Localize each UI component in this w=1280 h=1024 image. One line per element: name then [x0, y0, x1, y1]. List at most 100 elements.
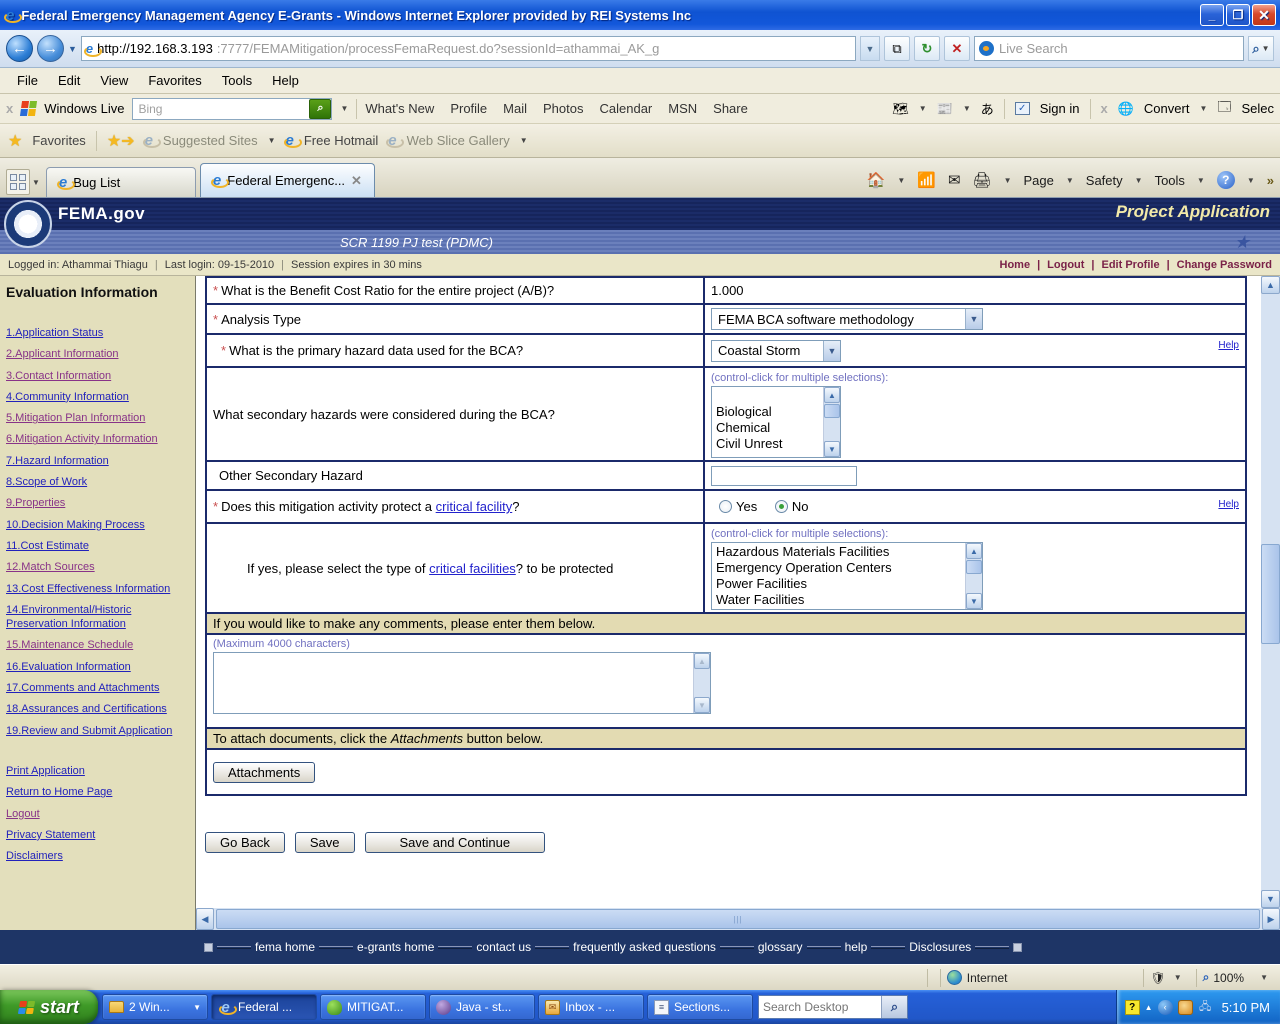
sidebar-item[interactable]: 2.Applicant Information — [6, 347, 189, 361]
sidebar-item[interactable]: 15.Maintenance Schedule — [6, 638, 189, 652]
scroll-up-icon[interactable]: ▲ — [694, 653, 710, 669]
fema-brand[interactable]: FEMA.gov — [58, 204, 145, 224]
refresh-button[interactable]: ↻ — [914, 36, 940, 61]
menu-item[interactable]: View — [91, 70, 137, 91]
listbox-option[interactable]: Civil Unrest — [716, 436, 819, 452]
taskbar-item-sections[interactable]: ≡ Sections... — [647, 994, 753, 1020]
close-toolbar-icon[interactable]: x — [6, 101, 13, 116]
critical-facilities-link[interactable]: critical facilities — [429, 561, 516, 576]
listbox-option[interactable]: Biological — [716, 404, 819, 420]
help-link[interactable]: Help — [1218, 340, 1239, 351]
desktop-search-icon[interactable]: ⌕ — [881, 996, 907, 1018]
radio-no[interactable] — [774, 500, 788, 513]
tray-back-icon[interactable]: ‹ — [1157, 999, 1173, 1015]
bing-search-box[interactable]: ⌕ — [132, 97, 333, 120]
feeds-icon[interactable]: 📶 — [917, 171, 936, 189]
sidebar-item[interactable]: 4.Community Information — [6, 390, 189, 404]
sidebar-footer-item[interactable]: Disclaimers — [6, 849, 189, 863]
bing-search-icon[interactable]: ⌕ — [309, 98, 332, 119]
print-icon[interactable]: 🖨 — [973, 171, 992, 189]
sign-in-link[interactable]: Sign in — [1040, 101, 1080, 116]
protected-mode-icon[interactable]: 🛡 — [1150, 971, 1165, 985]
safety-menu[interactable]: Safety — [1086, 173, 1123, 188]
zoom-level[interactable]: 100% — [1213, 971, 1244, 985]
save-and-continue-button[interactable]: Save and Continue — [364, 832, 546, 853]
page-menu[interactable]: Page — [1023, 173, 1053, 188]
network-icon[interactable]: 🖧 — [1198, 1000, 1213, 1015]
sidebar-item[interactable]: 12.Match Sources — [6, 560, 189, 574]
primary-hazard-select[interactable]: Coastal Storm ▼ — [711, 339, 841, 362]
horizontal-scrollbar[interactable]: ◀ ||| ▶ — [196, 908, 1280, 930]
scroll-right-icon[interactable]: ▶ — [1262, 908, 1280, 930]
live-link[interactable]: Photos — [543, 101, 583, 116]
radio-yes[interactable] — [719, 500, 732, 513]
sidebar-footer-item[interactable]: Return to Home Page — [6, 785, 189, 799]
live-search-input[interactable] — [999, 41, 1239, 56]
select-link[interactable]: Selec — [1241, 101, 1274, 116]
sidebar-item[interactable]: 6.Mitigation Activity Information — [6, 432, 189, 446]
sidebar-item[interactable]: 9.Properties — [6, 496, 189, 510]
go-back-button[interactable]: Go Back — [205, 832, 285, 853]
radio-no-label[interactable]: No — [792, 499, 809, 514]
sidebar-item[interactable]: 17.Comments and Attachments — [6, 681, 189, 695]
chevron-down-icon[interactable]: ▼ — [823, 340, 840, 361]
scroll-down-icon[interactable]: ▼ — [966, 593, 982, 609]
live-search-box[interactable] — [974, 36, 1244, 61]
home-link[interactable]: Home — [1000, 259, 1031, 271]
listbox-option[interactable]: Water Facilities — [716, 592, 961, 608]
taskbar-item-inbox[interactable]: ✉ Inbox - ... — [538, 994, 644, 1020]
taskbar-item-mitigation[interactable]: MITIGAT... — [320, 994, 426, 1020]
tab-list-dropdown[interactable]: ▼ — [32, 178, 40, 187]
web-slice-link[interactable]: Web Slice Gallery — [407, 133, 510, 148]
sidebar-item[interactable]: 19.Review and Submit Application — [6, 724, 189, 738]
vertical-scrollbar[interactable]: ▲ ▼ — [1261, 276, 1280, 908]
sidebar-item[interactable]: 1.Application Status — [6, 326, 189, 340]
suggested-sites-link[interactable]: Suggested Sites — [163, 133, 258, 148]
compatibility-view-icon[interactable]: ⧉ — [884, 36, 910, 61]
live-link[interactable]: Mail — [503, 101, 527, 116]
scroll-down-icon[interactable]: ▼ — [824, 441, 840, 457]
live-link[interactable]: Profile — [450, 101, 487, 116]
tab-bug-list[interactable]: e Bug List — [45, 167, 196, 197]
footer-link[interactable]: glossary — [754, 940, 807, 954]
critical-facility-link[interactable]: critical facility — [436, 499, 513, 514]
logout-link[interactable]: Logout — [1047, 259, 1084, 271]
listbox-option[interactable]: Chemical — [716, 420, 819, 436]
news-icon[interactable]: 📰 — [937, 101, 953, 117]
live-link[interactable]: Calendar — [600, 101, 653, 116]
sidebar-item[interactable]: 16.Evaluation Information — [6, 660, 189, 674]
sidebar-footer-item[interactable]: Print Application — [6, 764, 189, 778]
critical-types-listbox[interactable]: Hazardous Materials Facilities Emergency … — [711, 542, 983, 610]
tab-federal-emergency[interactable]: e Federal Emergenc... ✕ — [199, 163, 375, 197]
comments-textarea[interactable] — [214, 653, 693, 713]
listbox-scrollbar[interactable]: ▲ ▼ — [823, 387, 840, 457]
translate-icon[interactable]: あ — [981, 99, 994, 118]
sidebar-item[interactable]: 7.Hazard Information — [6, 454, 189, 468]
live-link[interactable]: Share — [713, 101, 748, 116]
menu-item[interactable]: File — [8, 70, 47, 91]
address-dropdown[interactable]: ▼ — [860, 36, 880, 61]
desktop-search-input[interactable] — [759, 1000, 881, 1014]
menu-item[interactable]: Help — [263, 70, 308, 91]
bing-search-input[interactable] — [138, 101, 310, 116]
read-mail-icon[interactable]: ✉ — [948, 171, 961, 189]
url-field[interactable]: e http://192.168.3.193:7777/FEMAMitigati… — [80, 36, 856, 61]
footer-link[interactable]: e-grants home — [353, 940, 438, 954]
add-favorite-icon[interactable]: ★➔ — [107, 131, 135, 151]
menu-item[interactable]: Favorites — [139, 70, 210, 91]
tab-close-icon[interactable]: ✕ — [351, 173, 362, 189]
scrollbar-thumb[interactable]: ||| — [216, 909, 1260, 929]
listbox-scrollbar[interactable]: ▲ ▼ — [965, 543, 982, 609]
live-link[interactable]: What's New — [365, 101, 434, 116]
sidebar-footer-item[interactable]: Logout — [6, 807, 189, 821]
search-button[interactable]: ⌕ ▼ — [1248, 36, 1274, 61]
attachments-button[interactable]: Attachments — [213, 761, 316, 783]
footer-link[interactable]: help — [841, 940, 872, 954]
desktop-search-box[interactable]: ⌕ — [758, 995, 908, 1019]
textarea-scrollbar[interactable]: ▲ ▼ — [693, 653, 710, 713]
help-icon[interactable]: ? — [1216, 171, 1235, 189]
edit-profile-link[interactable]: Edit Profile — [1102, 259, 1160, 271]
free-hotmail-link[interactable]: Free Hotmail — [304, 133, 378, 148]
save-button[interactable]: Save — [294, 832, 355, 853]
bing-dropdown[interactable]: ▼ — [340, 104, 348, 113]
